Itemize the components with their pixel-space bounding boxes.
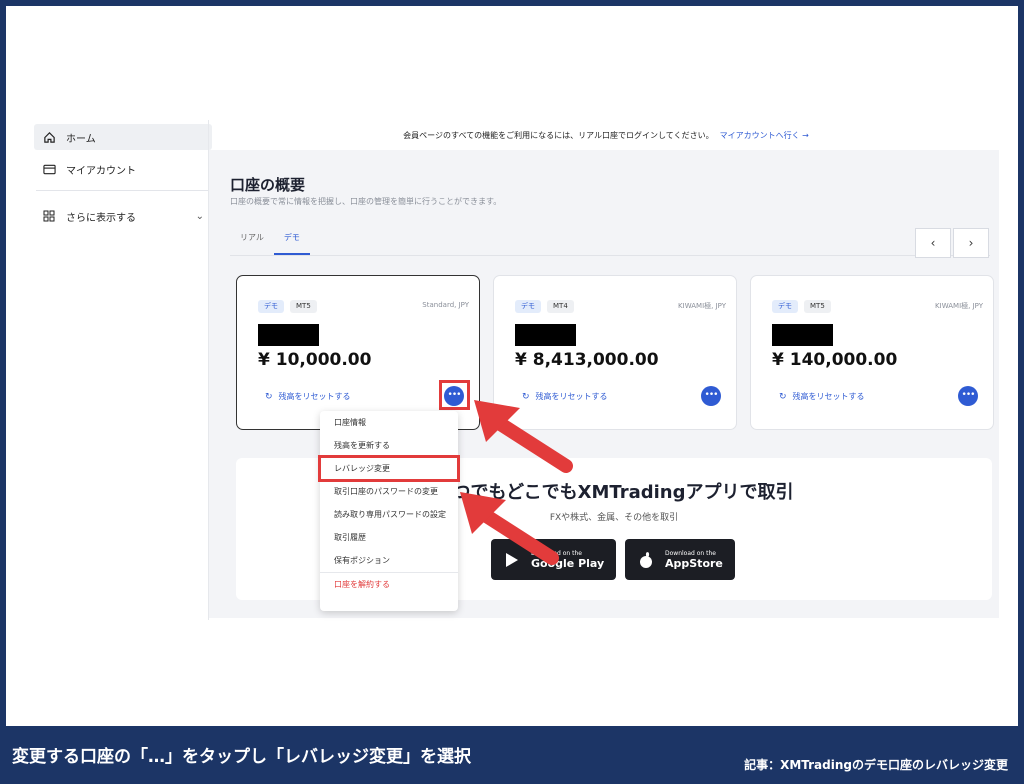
account-balance: ¥ 10,000.00: [258, 350, 372, 370]
next-button[interactable]: ›: [953, 228, 989, 258]
screenshot-frame: ホーム マイアカウント さらに表示する ⌄ 会員ページのすべての機能をご利用にな…: [6, 6, 1018, 726]
account-options-menu: 口座情報 残高を更新する レバレッジ変更 取引口座のパスワードの変更 読み取り専…: [318, 411, 460, 611]
menu-item-readonly-password[interactable]: 読み取り専用パスワードの設定: [320, 503, 458, 526]
sidebar-item-myaccount[interactable]: マイアカウント: [34, 156, 212, 182]
reset-balance-link[interactable]: ↻ 残高をリセットする: [779, 391, 865, 402]
menu-item-change-leverage[interactable]: レバレッジ変更: [318, 455, 460, 482]
more-options-button[interactable]: •••: [958, 386, 978, 406]
menu-item-close-account[interactable]: 口座を解約する: [320, 572, 458, 595]
annotation-arrow-icon: [460, 492, 559, 565]
account-tabs: リアル デモ: [230, 226, 310, 255]
sidebar-item-label: マイアカウント: [66, 165, 136, 177]
account-type: Standard, JPY: [422, 301, 469, 309]
app-store-button[interactable]: Download on the AppStore: [625, 539, 735, 580]
menu-item-open-positions[interactable]: 保有ポジション: [320, 549, 458, 572]
caption-main: 変更する口座の「…」をタップし「レバレッジ変更」を選択: [12, 747, 471, 767]
page-title: 口座の概要: [230, 176, 306, 194]
redacted-account-number: [772, 324, 833, 346]
reset-balance-link[interactable]: ↻ 残高をリセットする: [265, 391, 351, 402]
more-options-button[interactable]: •••: [701, 386, 721, 406]
home-icon: [42, 130, 56, 144]
tab-demo[interactable]: デモ: [273, 226, 310, 255]
caption-bar: 変更する口座の「…」をタップし「レバレッジ変更」を選択 記事：XMTrading…: [0, 726, 1024, 784]
prev-button[interactable]: ‹: [915, 228, 951, 258]
login-banner: 会員ページのすべての機能をご利用になるには、リアル口座でログインしてください。 …: [211, 120, 1001, 150]
grid-icon: [42, 209, 56, 223]
account-balance: ¥ 8,413,000.00: [515, 350, 659, 370]
tab-divider: [230, 255, 990, 256]
account-type: KIWAMI極, JPY: [935, 302, 983, 310]
banner-text: 会員ページのすべての機能をご利用になるには、リアル口座でログインしてください。: [403, 130, 714, 140]
annotation-arrow-icon: [474, 400, 573, 473]
demo-badge: デモ: [515, 300, 541, 313]
reset-label: 残高をリセットする: [278, 392, 351, 401]
menu-item-trade-history[interactable]: 取引履歴: [320, 526, 458, 549]
sidebar-item-home[interactable]: ホーム: [34, 124, 212, 150]
apple-icon: [640, 551, 652, 568]
sidebar-item-more[interactable]: さらに表示する ⌄: [34, 203, 212, 229]
redacted-account-number: [258, 324, 319, 346]
account-card-1[interactable]: デモ MT5 Standard, JPY ¥ 10,000.00 ↻ 残高をリセ…: [236, 275, 480, 430]
platform-badge: MT5: [290, 300, 317, 313]
sidebar-item-label: さらに表示する: [66, 212, 136, 224]
redacted-account-number: [515, 324, 576, 346]
refresh-icon: ↻: [265, 391, 273, 402]
refresh-icon: ↻: [779, 391, 787, 402]
page-subtitle: 口座の概要で常に情報を把握し、口座の管理を簡単に行うことができます。: [230, 197, 502, 206]
sidebar: ホーム マイアカウント さらに表示する ⌄: [34, 124, 212, 235]
account-balance: ¥ 140,000.00: [772, 350, 898, 370]
account-type: KIWAMI極, JPY: [678, 302, 726, 310]
reset-label: 残高をリセットする: [792, 392, 865, 401]
myaccount-link[interactable]: マイアカウントへ行く →: [720, 130, 809, 141]
caption-sub: 記事：XMTradingのデモ口座のレバレッジ変更: [744, 758, 1008, 772]
store-big-text: AppStore: [665, 556, 723, 570]
menu-item-update-balance[interactable]: 残高を更新する: [320, 434, 458, 457]
sidebar-item-label: ホーム: [66, 133, 96, 145]
platform-badge: MT4: [547, 300, 574, 313]
sidebar-divider: [36, 190, 210, 191]
tab-real[interactable]: リアル: [230, 226, 274, 255]
platform-badge: MT5: [804, 300, 831, 313]
menu-item-account-info[interactable]: 口座情報: [320, 411, 458, 434]
demo-badge: デモ: [772, 300, 798, 313]
store-small-text: Download on the: [665, 549, 716, 557]
chevron-down-icon: ⌄: [195, 210, 204, 222]
menu-item-change-password[interactable]: 取引口座のパスワードの変更: [320, 480, 458, 503]
demo-badge: デモ: [258, 300, 284, 313]
card-icon: [42, 162, 56, 176]
account-card-3[interactable]: デモ MT5 KIWAMI極, JPY ¥ 140,000.00 ↻ 残高をリセ…: [750, 275, 994, 430]
